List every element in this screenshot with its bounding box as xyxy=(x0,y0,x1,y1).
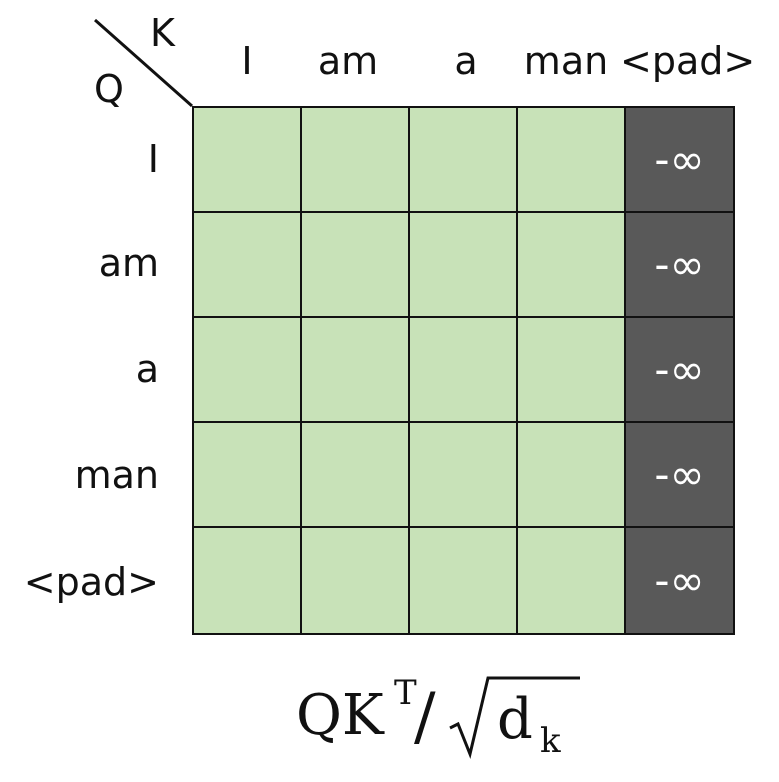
score-cell xyxy=(192,421,302,528)
query-axis-label: Q xyxy=(94,67,124,111)
formula-qkt-over-sqrt-dk: QK T / d k xyxy=(296,673,580,761)
formula-numerator: QK xyxy=(296,683,385,748)
mask-value: -∞ xyxy=(654,345,705,394)
attention-score-matrix: -∞ -∞ -∞ -∞ -∞ xyxy=(192,106,735,635)
masked-cell: -∞ xyxy=(624,106,735,213)
column-label-i: I xyxy=(241,39,253,83)
row-label-man: man xyxy=(74,453,159,497)
masked-cell: -∞ xyxy=(624,421,735,528)
column-label-pad: <pad> xyxy=(620,39,756,83)
row-label-am: am xyxy=(98,241,159,285)
score-cell xyxy=(516,316,626,423)
score-cell xyxy=(408,106,518,213)
score-cell xyxy=(516,106,626,213)
masked-cell: -∞ xyxy=(624,316,735,423)
score-cell xyxy=(408,316,518,423)
formula-subscript: k xyxy=(540,721,561,761)
score-cell xyxy=(408,211,518,318)
formula-radicand: d xyxy=(497,687,533,752)
score-cell xyxy=(516,211,626,318)
row-label-pad: <pad> xyxy=(23,560,159,604)
column-label-man: man xyxy=(523,39,609,83)
score-cell xyxy=(192,316,302,423)
score-cell xyxy=(300,421,410,528)
formula-slash: / xyxy=(414,680,436,754)
mask-value: -∞ xyxy=(654,450,705,499)
score-cell xyxy=(300,316,410,423)
score-cell xyxy=(408,421,518,528)
score-cell xyxy=(192,211,302,318)
score-cell xyxy=(516,421,626,528)
score-cell xyxy=(408,526,518,635)
column-label-a: a xyxy=(454,39,478,83)
key-axis-label: K xyxy=(150,11,175,55)
mask-value: -∞ xyxy=(654,556,705,605)
row-label-a: a xyxy=(135,347,159,391)
mask-value: -∞ xyxy=(654,135,705,184)
column-label-am: am xyxy=(317,39,379,83)
masked-cell: -∞ xyxy=(624,526,735,635)
score-cell xyxy=(192,526,302,635)
score-cell xyxy=(192,106,302,213)
row-label-i: I xyxy=(147,137,159,181)
mask-value: -∞ xyxy=(654,240,705,289)
masked-cell: -∞ xyxy=(624,211,735,318)
score-cell xyxy=(300,211,410,318)
score-cell xyxy=(300,526,410,635)
score-cell xyxy=(516,526,626,635)
score-cell xyxy=(300,106,410,213)
